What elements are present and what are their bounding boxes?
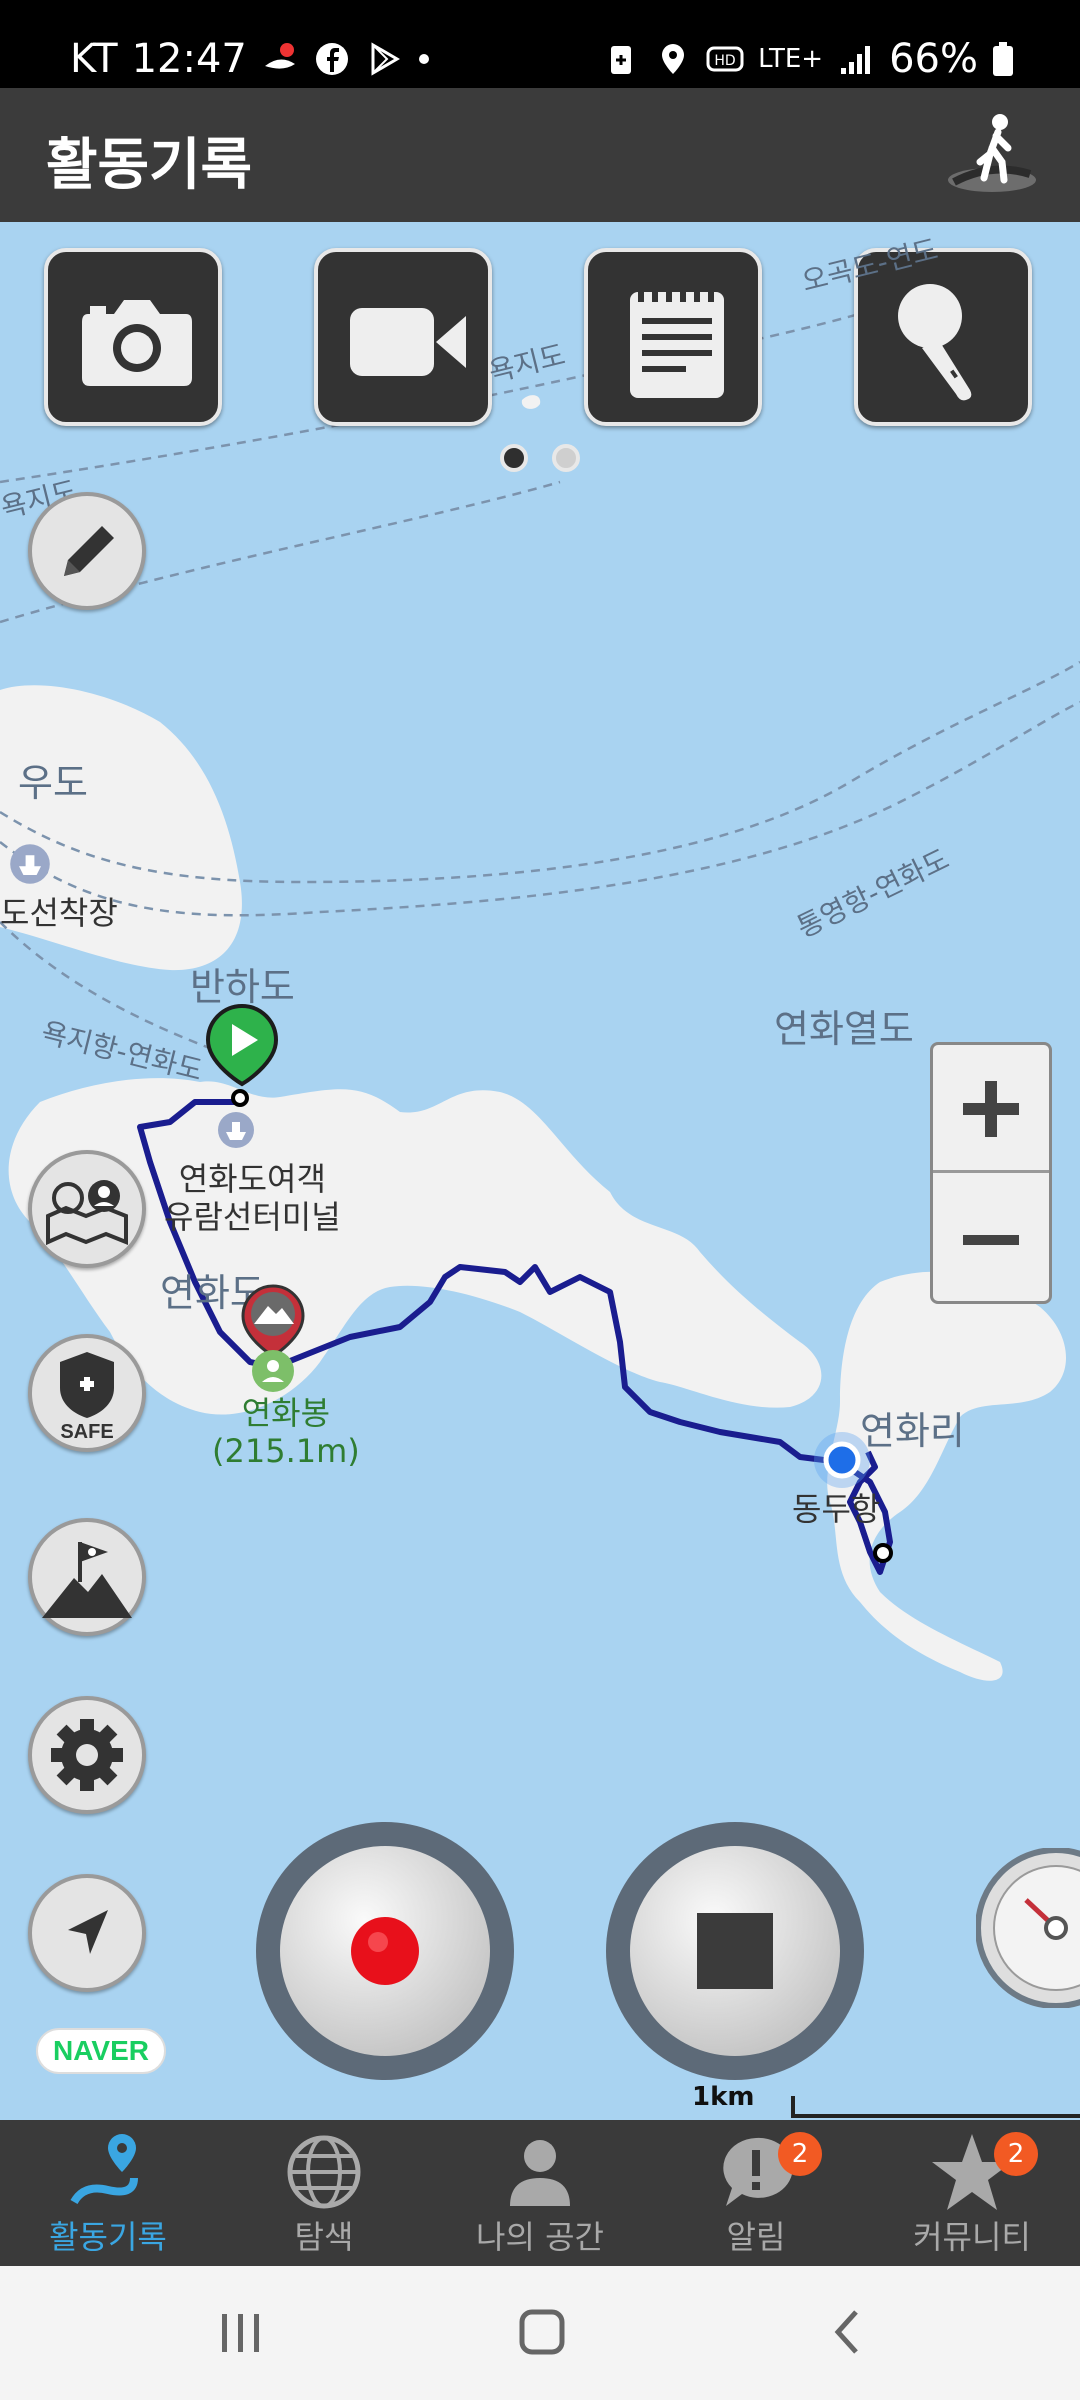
- svg-text:HD: HD: [714, 53, 735, 69]
- edit-button[interactable]: [28, 492, 146, 610]
- pencil-icon: [64, 526, 114, 576]
- notepad-icon: [630, 286, 724, 398]
- map-share-button[interactable]: [28, 1150, 146, 1268]
- start-marker-icon[interactable]: [200, 1002, 284, 1112]
- peak-height: (215.1m): [212, 1432, 360, 1470]
- home-icon[interactable]: [514, 2304, 570, 2360]
- stop-button-face: [630, 1846, 840, 2056]
- status-bar: KT 12:47 HD LTE+ 66%: [0, 0, 1080, 88]
- screen: KT 12:47 HD LTE+ 66% 활동기록 오곡도-연도 욕지도 욕지도…: [0, 0, 1080, 2400]
- page-title: 활동기록: [46, 133, 253, 198]
- person-icon: [510, 2140, 570, 2206]
- mountain-flag-icon: [42, 1542, 132, 1618]
- ferry-terminal-icon[interactable]: [216, 1110, 256, 1150]
- svg-text:SAFE: SAFE: [60, 1421, 113, 1443]
- settings-button[interactable]: [28, 1696, 146, 1814]
- tab-my-space[interactable]: 나의 공간: [432, 2120, 648, 2266]
- map-view[interactable]: 오곡도-연도 욕지도 욕지도 우도 도선착장 반하도 통영항-연화도 연화열도 …: [0, 222, 1080, 2120]
- tab-label: 커뮤니티: [913, 2218, 1031, 2256]
- toolbar-page-dot-active[interactable]: [500, 444, 528, 472]
- recent-apps-icon[interactable]: [210, 2306, 270, 2360]
- battery-percent-label: 66%: [889, 36, 978, 82]
- gear-icon: [51, 1719, 123, 1791]
- zoom-out-button[interactable]: [933, 1176, 1049, 1304]
- battery-saver-icon: [611, 46, 632, 74]
- camera-icon: [82, 300, 192, 386]
- terminal-name-line2: 유람선터미널: [164, 1198, 341, 1236]
- record-button-face: [280, 1846, 490, 2056]
- compass-icon[interactable]: [976, 1848, 1080, 2008]
- plus-icon: [963, 1081, 1019, 1137]
- scale-label: 1km: [692, 2082, 755, 2112]
- summit-challenge-button[interactable]: [28, 1518, 146, 1636]
- status-right: HD LTE+ 66%: [602, 36, 1014, 82]
- signal-strength-icon: [841, 46, 871, 74]
- minus-icon: [963, 1235, 1019, 1245]
- scale-bar: [791, 2096, 1080, 2118]
- safe-button[interactable]: SAFE: [28, 1334, 146, 1452]
- map-label-peak: 연화봉 (215.1m): [212, 1394, 360, 1470]
- hiking-app-notification-icon: [264, 43, 295, 69]
- map-label-yeonhwa-archipelago: 연화열도: [774, 1007, 914, 1051]
- carrier-label: KT: [70, 36, 118, 82]
- zoom-control: [930, 1042, 1052, 1304]
- map-label-ferry-dock: 도선착장: [0, 894, 118, 932]
- stop-square-icon: [697, 1913, 773, 1989]
- camera-button[interactable]: [44, 248, 222, 426]
- video-button[interactable]: [314, 248, 492, 426]
- tab-label: 나의 공간: [476, 2218, 604, 2256]
- more-notifications-dot-icon: [418, 54, 429, 64]
- peak-name: 연화봉: [241, 1394, 331, 1432]
- tab-explore[interactable]: 탐색: [216, 2120, 432, 2266]
- community-badge: 2: [994, 2132, 1038, 2176]
- tab-community[interactable]: 2 커뮤니티: [864, 2120, 1080, 2266]
- facebook-icon: [315, 43, 348, 75]
- end-point-icon[interactable]: [870, 1540, 896, 1566]
- map-label-yeonhwari: 연화리: [860, 1409, 965, 1453]
- status-left: KT 12:47: [70, 36, 431, 82]
- map-label-udo: 우도: [18, 761, 88, 805]
- record-dot-icon: [351, 1917, 419, 1985]
- zoom-in-button[interactable]: [933, 1045, 1049, 1173]
- tab-label: 활동기록: [49, 2218, 167, 2256]
- route-pin-icon: [70, 2134, 138, 2205]
- tab-label: 탐색: [294, 2218, 354, 2256]
- tab-activity-log[interactable]: 활동기록: [0, 2120, 216, 2266]
- navigation-arrow-icon: [68, 1910, 108, 1954]
- globe-icon: [287, 2135, 361, 2209]
- network-type-label: LTE+: [758, 44, 824, 74]
- safety-shield-icon: SAFE: [60, 1352, 114, 1443]
- tab-notifications[interactable]: 2 알림: [648, 2120, 864, 2266]
- battery-icon: [993, 42, 1013, 76]
- hd-voice-icon: HD: [706, 46, 744, 72]
- play-store-icon: [371, 42, 400, 76]
- notification-badge: 2: [778, 2132, 822, 2176]
- bottom-tab-bar: 활동기록 탐색 나의 공간 2 알림 2 커뮤니티: [0, 2120, 1080, 2266]
- note-button[interactable]: [584, 248, 762, 426]
- walking-person-icon[interactable]: [944, 108, 1040, 204]
- toolbar-page-dot[interactable]: [552, 444, 580, 472]
- naver-map-logo: NAVER: [36, 2028, 166, 2074]
- record-button[interactable]: [256, 1822, 514, 2080]
- app-header: 활동기록: [0, 88, 1080, 222]
- time-label: 12:47: [131, 36, 247, 82]
- system-navigation-bar: [0, 2266, 1080, 2400]
- stop-button[interactable]: [606, 1822, 864, 2080]
- map-label-dongduhang: 동두항: [792, 1490, 881, 1528]
- video-icon: [350, 308, 466, 376]
- navigation-mode-button[interactable]: [28, 1874, 146, 1992]
- terminal-name-line1: 연화도여객: [178, 1160, 326, 1198]
- map-label-terminal: 연화도여객 유람선터미널: [164, 1160, 341, 1236]
- current-location-icon[interactable]: [812, 1430, 872, 1490]
- ferry-dock-icon[interactable]: [8, 842, 52, 886]
- microphone-icon: [898, 284, 972, 401]
- tab-label: 알림: [726, 2218, 786, 2256]
- location-icon: [662, 44, 685, 74]
- peak-summit-icon[interactable]: [250, 1348, 296, 1394]
- back-icon[interactable]: [820, 2304, 876, 2360]
- map-people-icon: [46, 1180, 128, 1246]
- map-canvas: [0, 260, 1080, 1681]
